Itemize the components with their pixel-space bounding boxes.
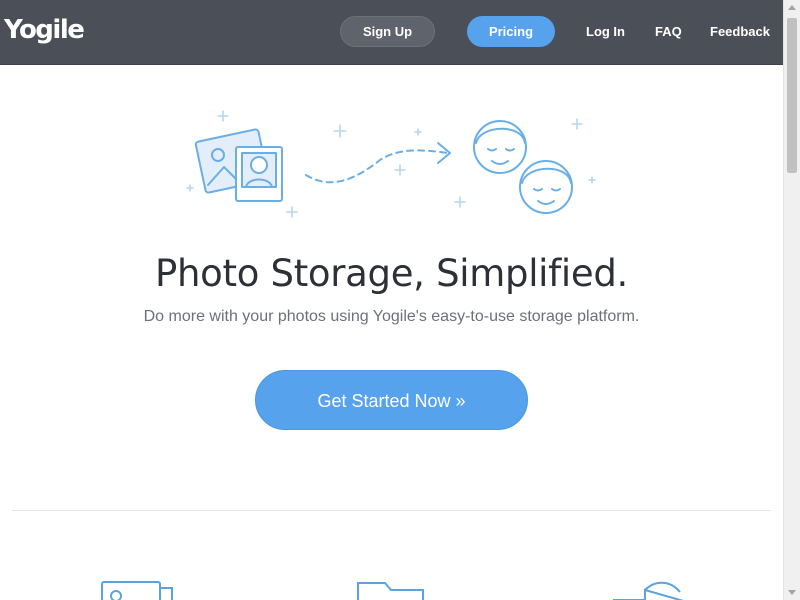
login-link[interactable]: Log In [586, 16, 625, 47]
photos-icon [194, 128, 283, 202]
get-started-button[interactable]: Get Started Now » [255, 370, 528, 430]
share-icon [613, 581, 684, 600]
scroll-up-icon[interactable] [788, 5, 796, 10]
signup-button[interactable]: Sign Up [340, 16, 435, 47]
page-viewport: Yogile Sign Up Pricing Log In FAQ Feedba… [0, 0, 783, 600]
faces-icon [473, 120, 573, 214]
top-nav-bar: Yogile Sign Up Pricing Log In FAQ Feedba… [0, 0, 783, 65]
scroll-thumb[interactable] [787, 18, 797, 173]
photo-album-icon [101, 581, 173, 600]
faq-link[interactable]: FAQ [655, 16, 682, 47]
hero-illustration [186, 110, 596, 218]
section-divider [12, 510, 771, 511]
folder-icon [357, 582, 424, 600]
vertical-scrollbar[interactable] [783, 0, 800, 600]
feedback-link[interactable]: Feedback [710, 16, 770, 47]
hero-title: Photo Storage, Simplified. [155, 252, 628, 295]
logo[interactable]: Yogile [4, 13, 85, 47]
hero-subtitle: Do more with your photos using Yogile's … [143, 308, 640, 325]
pricing-button[interactable]: Pricing [467, 16, 555, 47]
scroll-down-icon[interactable] [788, 590, 796, 595]
arrow-icon [305, 142, 451, 184]
